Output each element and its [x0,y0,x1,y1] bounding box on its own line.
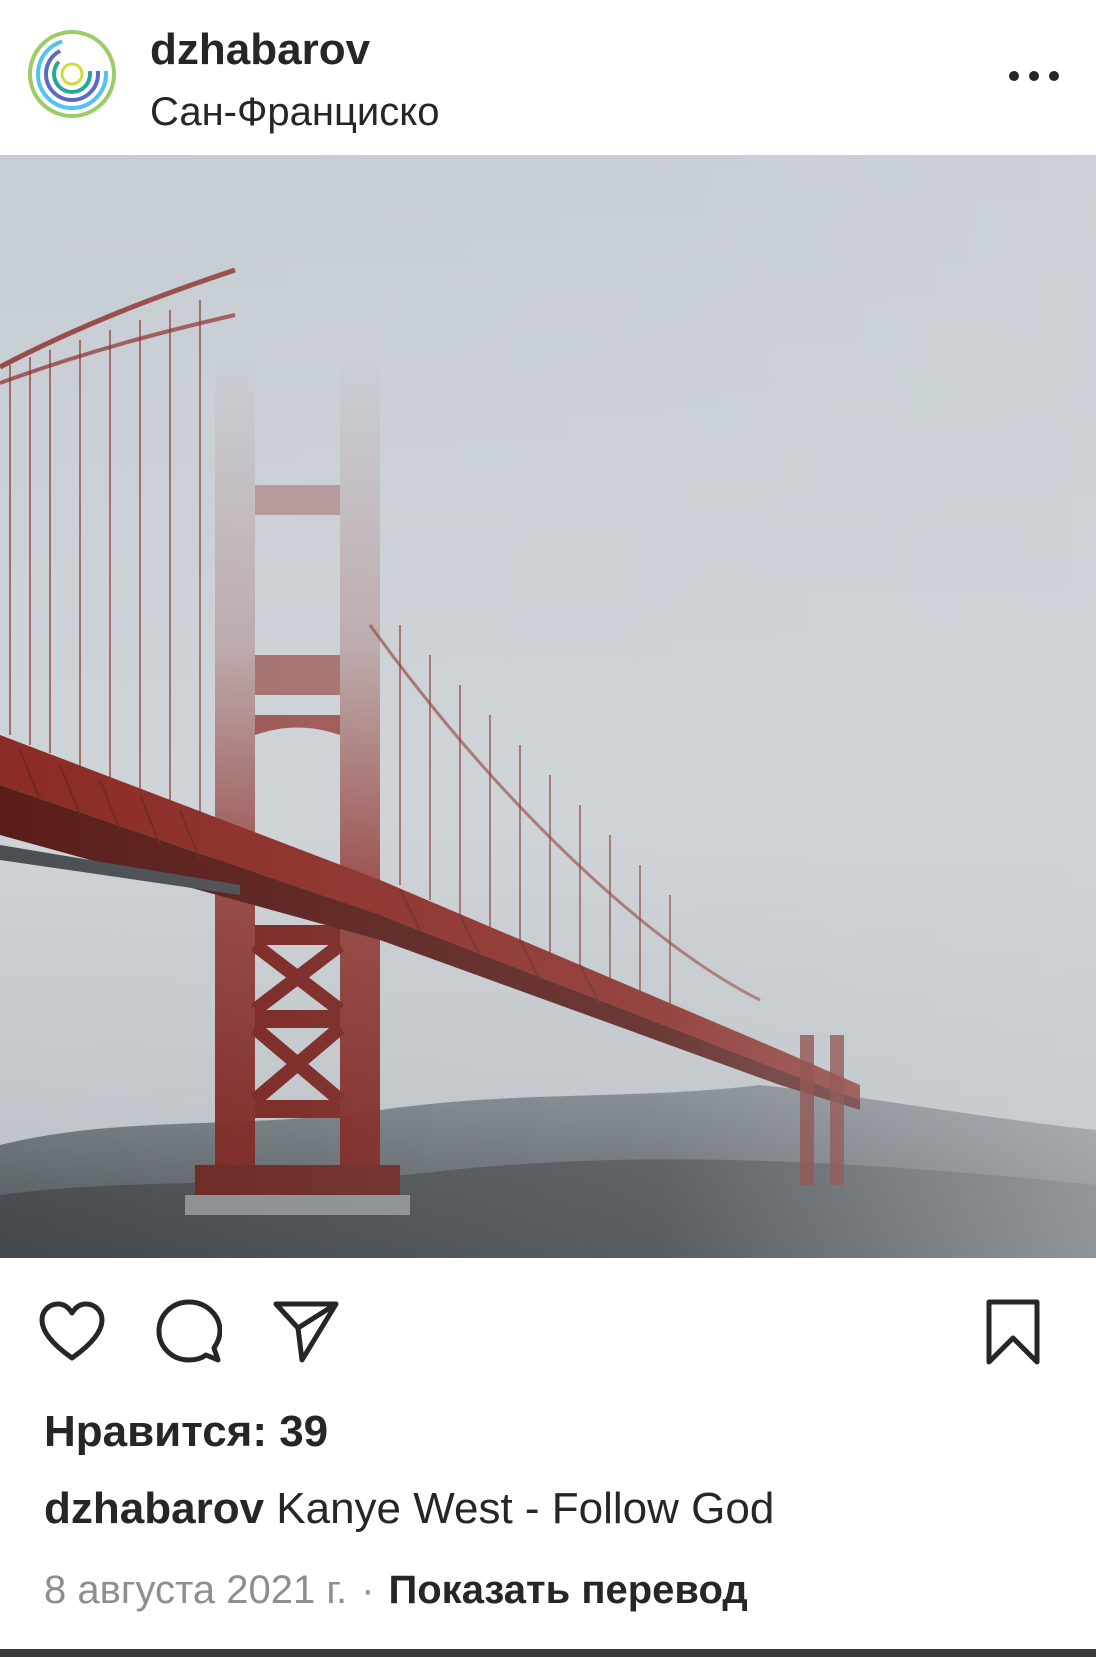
caption-author[interactable]: dzhabarov [44,1484,264,1533]
avatar[interactable] [24,26,120,122]
post-username[interactable]: dzhabarov [150,24,370,76]
send-icon[interactable] [272,1298,340,1369]
bridge-in-fog-image [0,155,1096,1258]
caption-text: Kanye West - Follow God [264,1484,775,1533]
post-photo[interactable] [0,155,1096,1258]
more-options-icon[interactable] [1004,56,1064,96]
show-translation-link[interactable]: Показать перевод [388,1568,747,1612]
post-meta: 8 августа 2021 г. · Показать перевод [44,1563,748,1617]
post-actions [0,1258,1096,1408]
likes-count[interactable]: Нравится: 39 [44,1405,328,1459]
bottom-divider [0,1649,1096,1657]
ring-logo-icon [28,30,116,118]
separator-dot: · [361,1568,375,1612]
heart-icon[interactable] [38,1300,106,1367]
bookmark-icon[interactable] [985,1298,1041,1371]
post-header: dzhabarov Сан-Франциско [0,0,1096,155]
caption: dzhabarov Kanye West - Follow God [44,1482,774,1536]
post-location[interactable]: Сан-Франциско [150,88,439,136]
post-date: 8 августа 2021 г. [44,1568,348,1612]
comment-icon[interactable] [156,1298,223,1369]
